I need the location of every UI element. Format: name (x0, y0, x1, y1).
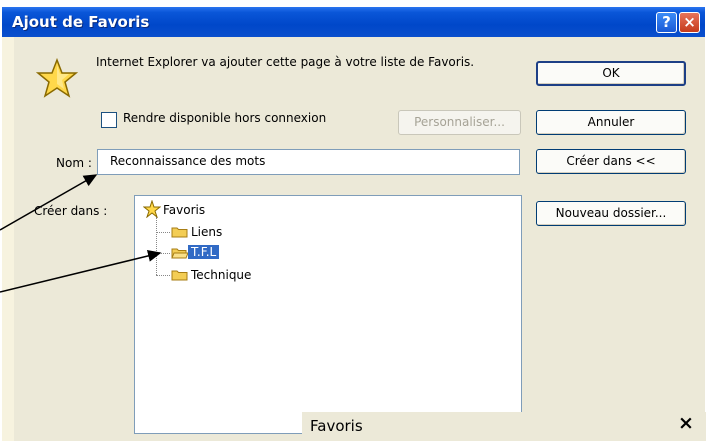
arrow-to-name-input (0, 174, 98, 231)
arrow-to-tfl-folder (0, 250, 162, 293)
annotation-arrows (0, 174, 162, 293)
